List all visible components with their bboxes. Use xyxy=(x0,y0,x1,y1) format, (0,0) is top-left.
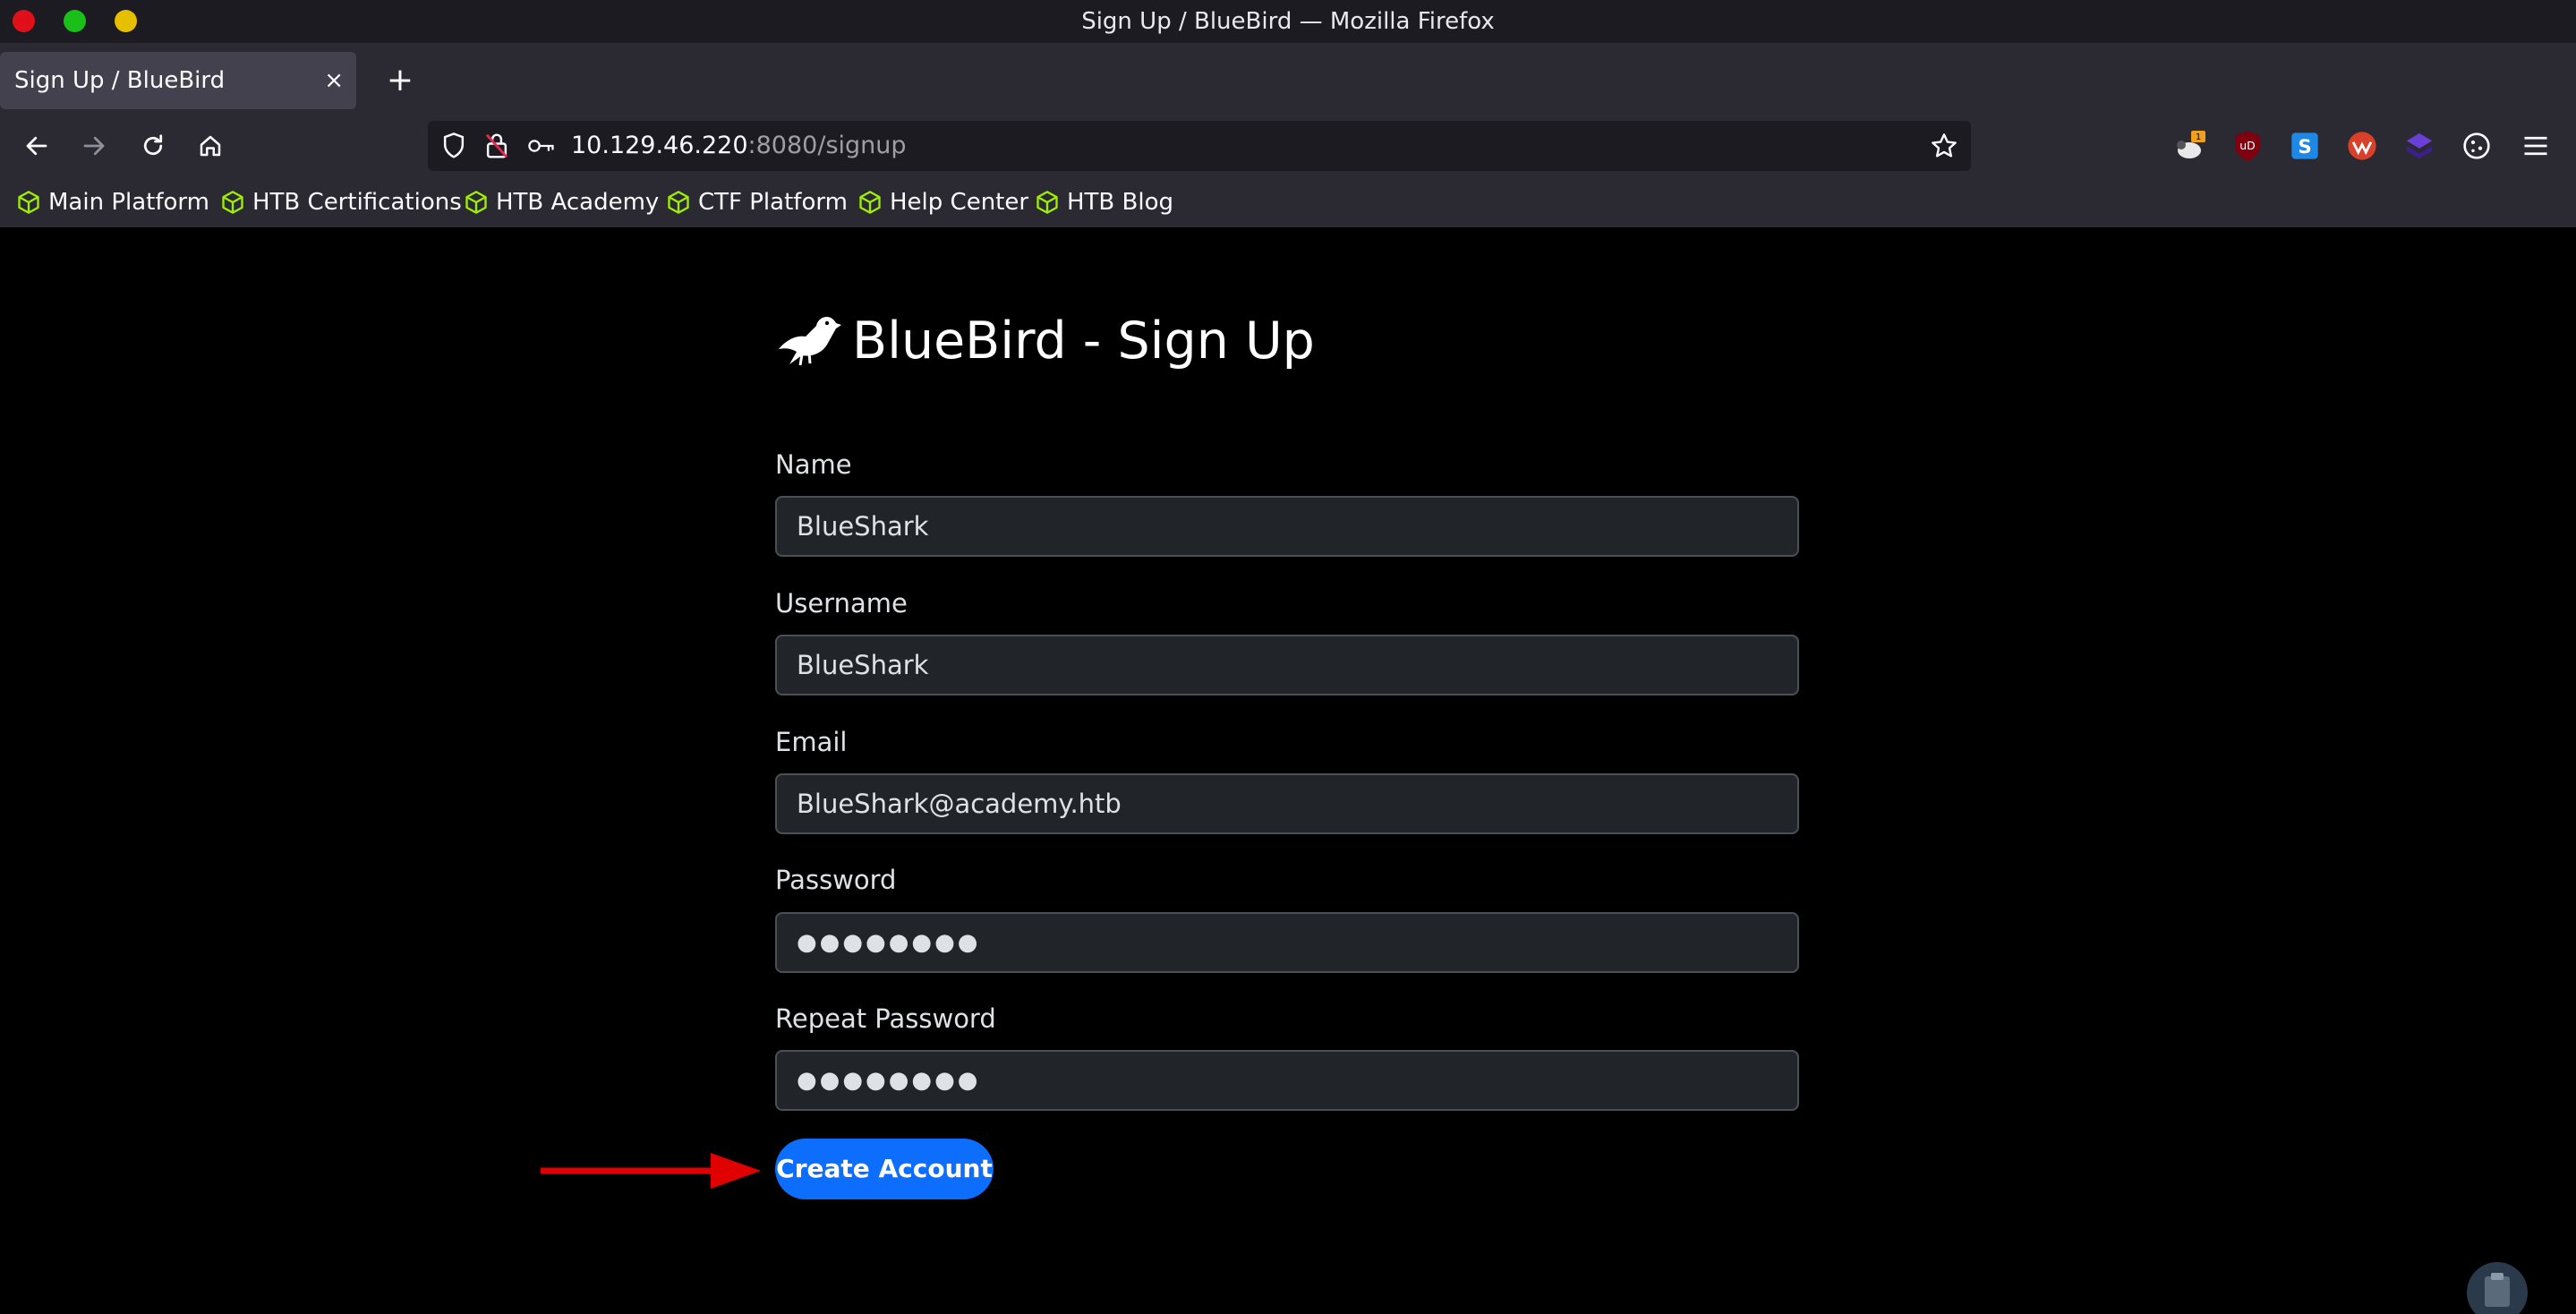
extension-badge: 1 xyxy=(2196,132,2201,142)
name-label: Name xyxy=(775,449,852,480)
bookmark-ctf-platform[interactable]: CTF Platform xyxy=(666,177,848,227)
navigation-toolbar: 10.129.46.220:8080/signup 1 uD S xyxy=(0,115,2576,177)
bookmark-label: Help Center xyxy=(890,189,1029,216)
password-label: Password xyxy=(775,865,897,895)
forward-arrow-icon[interactable] xyxy=(73,125,115,166)
hackthebox-cube-icon xyxy=(859,191,881,214)
address-bar[interactable]: 10.129.46.220:8080/signup xyxy=(428,121,1971,171)
new-tab-button[interactable]: + xyxy=(378,52,422,109)
insecure-lock-icon[interactable] xyxy=(483,132,510,164)
username-label: Username xyxy=(775,588,908,619)
foxyproxy-icon[interactable] xyxy=(2401,127,2438,165)
hackthebox-cube-icon xyxy=(1036,191,1058,214)
bookmark-htb-blog[interactable]: HTB Blog xyxy=(1035,177,1173,227)
url-host: 10.129.46.220 xyxy=(571,132,748,159)
tab-title: Sign Up / BlueBird xyxy=(14,67,226,94)
s-extension-icon[interactable]: S xyxy=(2286,127,2324,165)
repeat-password-input[interactable]: ●●●●●●●● xyxy=(775,1050,1799,1111)
page-title: BlueBird - Sign Up xyxy=(852,311,1315,371)
page-content: BlueBird - Sign Up Name BlueShark Userna… xyxy=(0,227,2576,1314)
name-input[interactable]: BlueShark xyxy=(775,496,1799,557)
hackthebox-cube-icon xyxy=(222,191,243,214)
red-arrow-annotation xyxy=(541,1153,761,1189)
sheep-extension-icon[interactable]: 1 xyxy=(2171,127,2209,165)
tab-strip: Sign Up / BlueBird × + xyxy=(0,43,2576,115)
hackthebox-cube-icon xyxy=(668,191,689,214)
bookmarks-toolbar: Main Platform HTB Certifications HTB Aca… xyxy=(0,177,2576,227)
key-icon[interactable] xyxy=(526,133,557,162)
password-input[interactable]: ●●●●●●●● xyxy=(775,912,1799,973)
tab-signup[interactable]: Sign Up / BlueBird × xyxy=(0,52,356,109)
bookmark-label: HTB Academy xyxy=(496,189,660,216)
username-input[interactable]: BlueShark xyxy=(775,635,1799,695)
ublock-label: uD xyxy=(2239,139,2255,152)
clipboard-icon[interactable] xyxy=(2465,1260,2531,1314)
url-text[interactable]: 10.129.46.220:8080/signup xyxy=(571,121,907,171)
ublock-origin-icon[interactable]: uD xyxy=(2229,127,2266,165)
hamburger-menu-icon[interactable] xyxy=(2517,127,2555,165)
email-input[interactable]: BlueShark@academy.htb xyxy=(775,773,1799,834)
bookmark-htb-academy[interactable]: HTB Academy xyxy=(464,177,659,227)
wappalyzer-icon[interactable] xyxy=(2343,127,2381,165)
tracking-shield-icon[interactable] xyxy=(440,132,467,164)
home-icon[interactable] xyxy=(190,125,231,166)
window-title: Sign Up / BlueBird — Mozilla Firefox xyxy=(1081,8,1495,35)
bookmark-label: Main Platform xyxy=(48,189,209,216)
bookmark-htb-certifications[interactable]: HTB Certifications xyxy=(220,177,462,227)
tab-close-icon[interactable]: × xyxy=(324,52,344,109)
hackthebox-cube-icon xyxy=(18,191,39,214)
s-extension-label: S xyxy=(2298,136,2311,158)
back-arrow-icon[interactable] xyxy=(16,125,57,166)
bird-logo-icon xyxy=(779,317,841,366)
reload-icon[interactable] xyxy=(132,125,174,166)
page-heading: BlueBird - Sign Up xyxy=(775,310,1315,372)
email-label: Email xyxy=(775,727,848,757)
hackthebox-cube-icon xyxy=(465,191,487,214)
bookmark-label: CTF Platform xyxy=(698,189,848,216)
create-account-button[interactable]: Create Account xyxy=(775,1139,994,1199)
bookmark-main-platform[interactable]: Main Platform xyxy=(16,177,209,227)
window-titlebar: Sign Up / BlueBird — Mozilla Firefox xyxy=(0,0,2576,43)
cookie-editor-icon[interactable] xyxy=(2458,127,2495,165)
bookmark-label: HTB Blog xyxy=(1067,189,1174,216)
repeat-password-label: Repeat Password xyxy=(775,1003,996,1034)
bookmark-label: HTB Certifications xyxy=(252,189,462,216)
bookmark-help-center[interactable]: Help Center xyxy=(857,177,1028,227)
url-path: :8080/signup xyxy=(747,132,907,159)
bookmark-star-icon[interactable] xyxy=(1930,132,1958,164)
